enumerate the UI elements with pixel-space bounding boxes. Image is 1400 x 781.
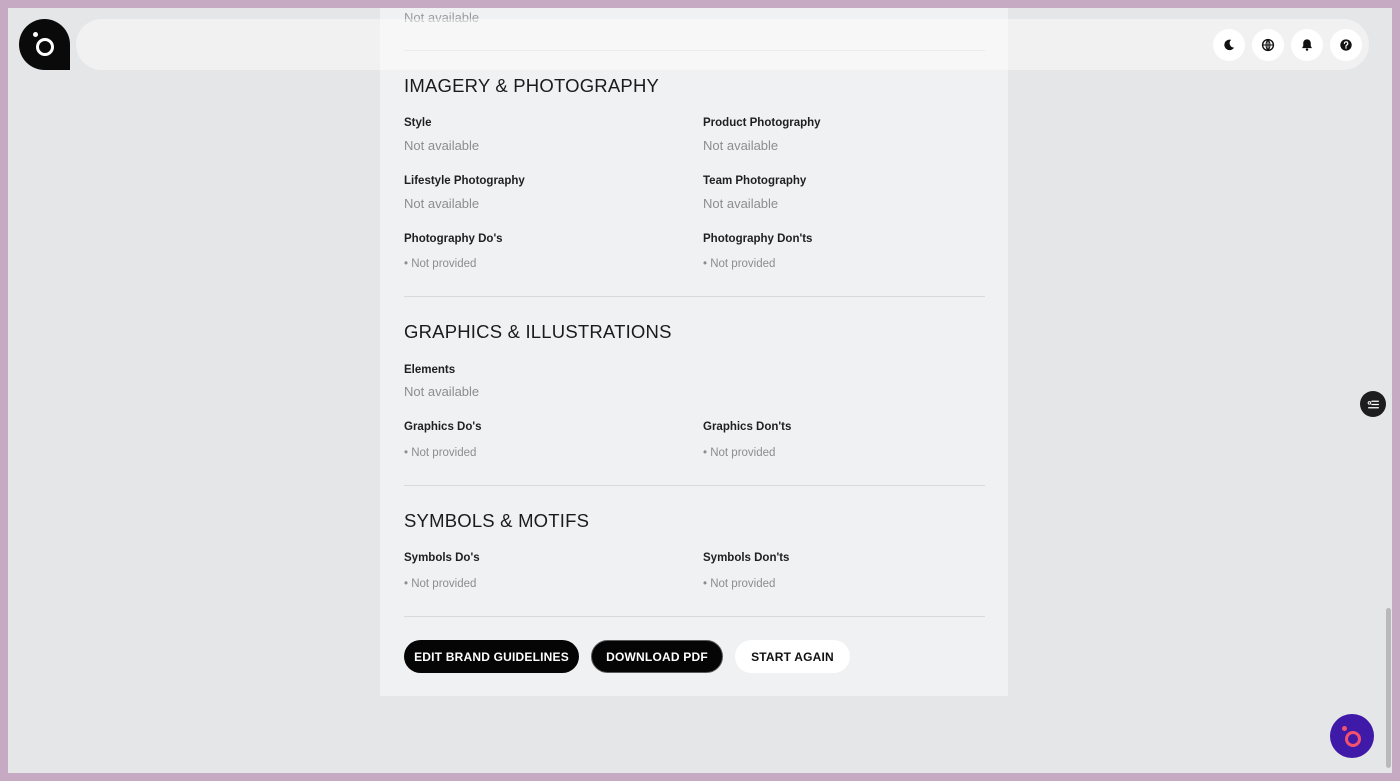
start-again-button[interactable]: START AGAIN (735, 640, 850, 673)
help-button[interactable] (1330, 29, 1362, 61)
graphics-dos-value: • Not provided (404, 447, 477, 459)
divider (404, 485, 985, 486)
language-button[interactable] (1252, 29, 1284, 61)
top-bar-actions (1213, 29, 1362, 61)
assistant-chat-button[interactable] (1330, 714, 1374, 758)
fab-logo-ring (1345, 731, 1361, 747)
symbols-donts-value: • Not provided (703, 578, 776, 590)
product-photography-label: Product Photography (703, 117, 821, 129)
photography-donts-value: • Not provided (703, 258, 776, 270)
app-viewport: Not available IMAGERY & PHOTOGRAPHY Styl… (8, 8, 1392, 773)
globe-icon (1261, 38, 1275, 52)
graphics-dos-label: Graphics Do's (404, 421, 482, 433)
bell-icon (1302, 39, 1312, 51)
team-photography-value: Not available (703, 196, 779, 211)
photography-dos-label: Photography Do's (404, 233, 503, 245)
symbols-dos-label: Symbols Do's (404, 552, 480, 564)
logo-ring (36, 38, 54, 56)
logo-dot (33, 32, 38, 37)
symbols-donts-label: Symbols Don'ts (703, 552, 790, 564)
fab-logo-dot (1342, 726, 1347, 731)
help-icon (1340, 39, 1352, 51)
product-photography-value: Not available (703, 138, 779, 153)
section-title-graphics: GRAPHICS & ILLUSTRATIONS (404, 321, 672, 342)
divider (404, 296, 985, 297)
symbols-dos-value: • Not provided (404, 578, 477, 590)
photography-dos-value: • Not provided (404, 258, 477, 270)
style-value: Not available (404, 138, 480, 153)
lifestyle-photography-label: Lifestyle Photography (404, 175, 525, 187)
dark-mode-button[interactable] (1213, 29, 1245, 61)
download-pdf-button[interactable]: DOWNLOAD PDF (591, 640, 723, 673)
edit-brand-guidelines-button[interactable]: EDIT BRAND GUIDELINES (404, 640, 579, 673)
divider (404, 616, 985, 617)
elements-value: Not available (404, 384, 480, 399)
table-of-contents-toggle[interactable] (1360, 391, 1386, 417)
photography-donts-label: Photography Don'ts (703, 233, 813, 245)
section-title-symbols: SYMBOLS & MOTIFS (404, 510, 590, 531)
moon-icon (1224, 39, 1235, 51)
style-label: Style (404, 117, 432, 129)
graphics-donts-label: Graphics Don'ts (703, 421, 792, 433)
notifications-button[interactable] (1291, 29, 1323, 61)
page-scrollbar[interactable] (1384, 8, 1392, 773)
list-settings-icon (1367, 400, 1379, 408)
app-logo[interactable] (19, 19, 70, 70)
top-bar (76, 19, 1369, 70)
lifestyle-photography-value: Not available (404, 196, 480, 211)
graphics-donts-value: • Not provided (703, 447, 776, 459)
scrollbar-thumb[interactable] (1386, 608, 1391, 768)
section-title-imagery: IMAGERY & PHOTOGRAPHY (404, 75, 660, 96)
team-photography-label: Team Photography (703, 175, 807, 187)
brand-guidelines-card (380, 8, 1008, 696)
elements-label: Elements (404, 364, 456, 376)
